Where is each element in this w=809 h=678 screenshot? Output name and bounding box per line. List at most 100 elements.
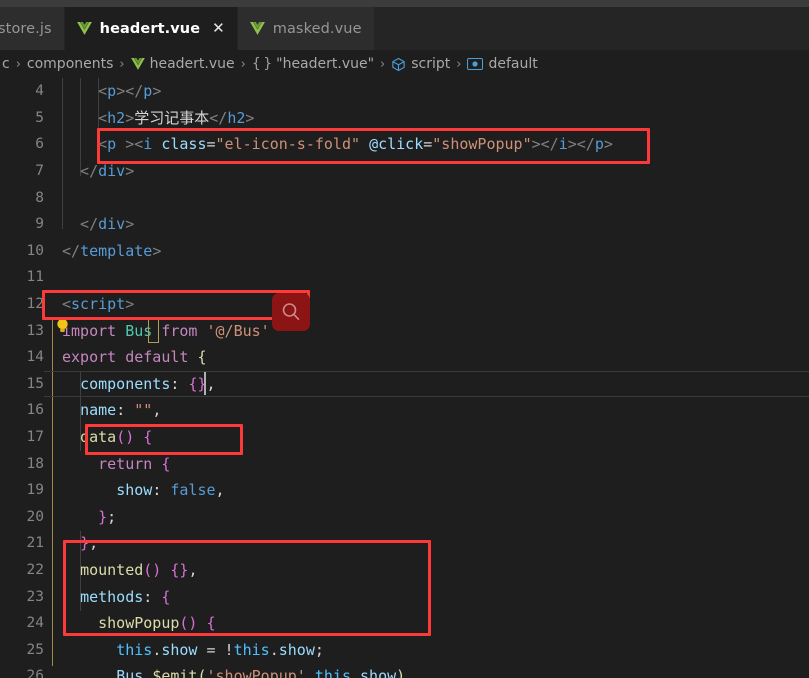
chevron-right-icon: › [380,56,386,72]
code-line: 19 show: false, [0,477,809,504]
line-number: 20 [26,508,44,525]
line-number: 5 [35,109,44,126]
line-number: 22 [26,561,44,578]
chevron-right-icon: › [240,56,246,72]
chevron-right-icon: › [15,56,21,72]
code-line: 21 }, [0,530,809,557]
code-line: 7 </div> [0,158,809,185]
code-line: 18 return { [0,450,809,477]
vue-file-icon [130,58,145,70]
code-line: 16 name: "", [0,397,809,424]
code-line: 4 <p></p> [0,78,809,105]
code-line: 10 </template> [0,238,809,265]
code-line: 14 export default { [0,344,809,371]
line-content: return { [98,454,171,473]
line-number: 26 [26,668,44,678]
editor-tab-bar: store.js headert.vue ✕ masked.vue [0,7,809,50]
braces-icon: { } [251,56,272,72]
vue-file-icon [249,22,265,35]
line-content: }; [98,507,117,526]
code-line: 17 data() { [0,424,809,451]
code-line: 20 }; [0,504,809,531]
line-content: </div> [62,162,135,181]
line-content: this.show = !this.show; [116,640,324,659]
line-number: 13 [26,322,44,339]
magnifier-icon [282,303,300,320]
line-content: components: {}, [80,374,216,393]
magnifier-badge[interactable] [272,293,310,331]
line-number: 23 [26,588,44,605]
line-content: mounted() {}, [80,560,198,579]
tab-label: store.js [0,20,52,37]
breadcrumb-label: "headert.vue" [276,56,375,72]
code-lines-container: 4 <p></p> 5 <h2>学习记事本</h2> 6 <p ><i clas… [0,78,809,678]
code-line: 25 this.show = !this.show; [0,636,809,663]
line-content: </template> [62,241,162,260]
breadcrumb-label: script [411,56,451,72]
line-content: <p></p> [62,82,162,101]
code-line: 6 <p ><i class="el-icon-s-fold" @click="… [0,131,809,158]
line-content: export default { [62,348,207,367]
line-content: methods: { [80,587,171,606]
code-line: 24 showPopup() { [0,610,809,637]
breadcrumb-item-headert-vue-symbol[interactable]: { } "headert.vue" [252,56,374,72]
tab-masked-vue[interactable]: masked.vue [237,7,375,50]
breadcrumb: c › components › headert.vue › { } "head… [0,50,809,78]
tab-bar-empty-space [374,7,809,50]
code-line: 13 import Bus from '@/Bus' [0,317,809,344]
line-content: }, [80,534,99,553]
code-line: 5 <h2>学习记事本</h2> [0,105,809,132]
line-number: 21 [26,535,44,552]
breadcrumb-label: components [26,56,114,72]
line-number: 11 [26,269,44,286]
line-content: data() { [80,428,153,447]
code-line: 11 [0,264,809,291]
breadcrumb-item-headert-vue[interactable]: headert.vue [130,56,235,72]
line-number: 16 [26,402,44,419]
chevron-right-icon: › [119,56,125,72]
line-number: 19 [26,482,44,499]
line-number: 4 [35,83,44,100]
code-line: 23 methods: { [0,583,809,610]
line-content: import Bus from '@/Bus' [62,321,270,340]
line-content: Bus.$emit('showPopup',this.show) [116,667,406,678]
line-number: 12 [26,296,44,313]
code-line: 8 [0,184,809,211]
line-number: 6 [35,136,44,153]
line-number: 15 [26,375,44,392]
chevron-right-icon: › [456,56,462,72]
symbol-property-icon [467,57,484,71]
close-icon[interactable]: ✕ [212,21,225,36]
title-bar-strip [0,0,809,7]
tab-label: headert.vue [99,20,201,37]
line-number: 10 [26,242,44,259]
line-number: 25 [26,641,44,658]
breadcrumb-item-default[interactable]: default [467,56,538,72]
code-line: 12 <script> [0,291,809,318]
line-number: 9 [35,216,44,233]
line-number: 24 [26,615,44,632]
code-line: 9 </div> [0,211,809,238]
breadcrumb-label: headert.vue [149,56,235,72]
line-content: show: false, [116,481,225,500]
code-line-current: 15 components: {}, [0,371,809,398]
line-number: 8 [35,189,44,206]
line-number: 18 [26,455,44,472]
line-content: </div> [62,215,135,234]
line-number: 17 [26,429,44,446]
breadcrumb-item-script[interactable]: script [391,56,450,72]
breadcrumb-item-components[interactable]: components [27,56,114,72]
tab-headert-vue[interactable]: headert.vue ✕ [64,7,238,50]
code-editor[interactable]: 4 <p></p> 5 <h2>学习记事本</h2> 6 <p ><i clas… [0,78,809,678]
breadcrumb-item-folder-c[interactable]: c [2,56,10,72]
symbol-module-icon [391,57,406,72]
tab-label: masked.vue [272,20,362,37]
line-content: <h2>学习记事本</h2> [62,109,255,128]
vscode-window: store.js headert.vue ✕ masked.vue c › co… [0,0,809,678]
line-number: 7 [35,163,44,180]
breadcrumb-label: default [488,56,538,72]
line-content: <script> [62,295,135,314]
tab-store-js[interactable]: store.js [0,7,65,50]
line-content: <p ><i class="el-icon-s-fold" @click="sh… [62,135,613,154]
line-content: name: "", [80,401,162,420]
